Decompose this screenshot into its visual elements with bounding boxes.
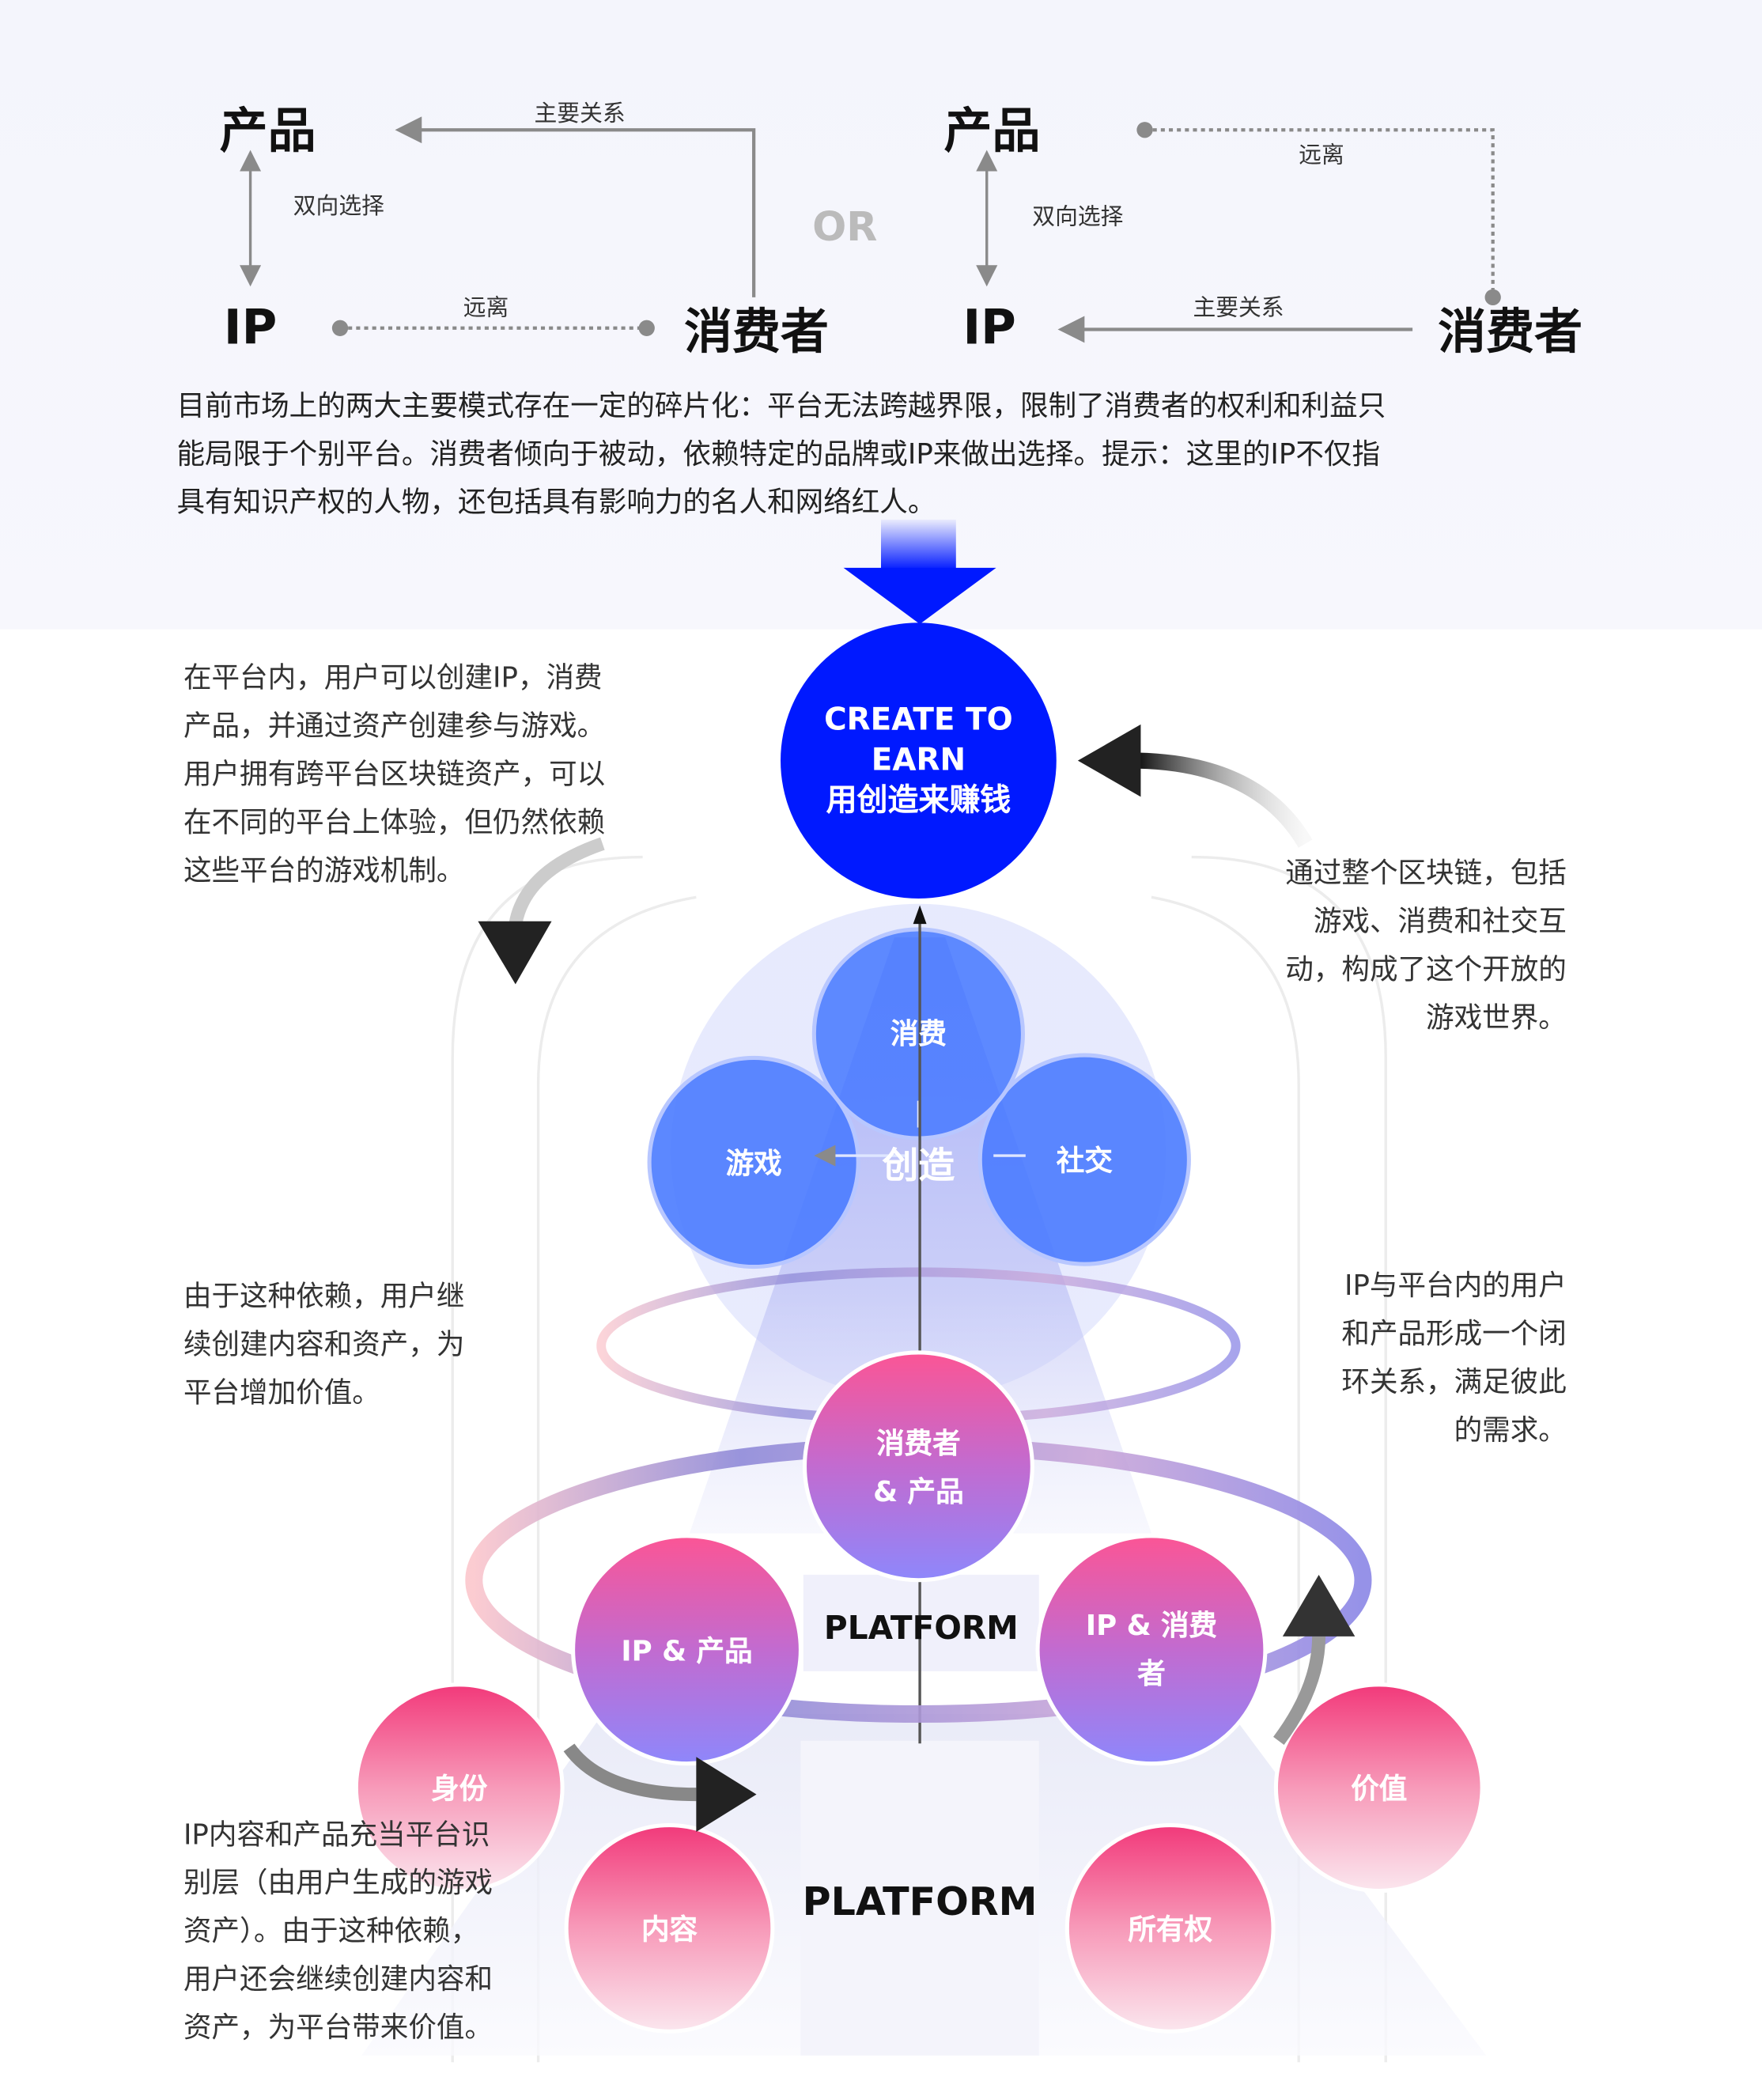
right-product-label: 产品 [943,104,1041,160]
down-arrow [843,519,996,624]
right-distant-label: 远离 [1299,142,1344,170]
note-mid-left: 由于这种依赖，用户继 续创建内容和资产，为 平台增加价值。 [183,1272,465,1417]
identity-label: 身份 [431,1773,488,1806]
ecosystem-diagram: 产品 IP 消费者 主要关系 双向选择 远离 OR 产品 IP 消费者 主要关系… [0,0,1762,2100]
note-line: 动，构成了这个开放的 [1285,953,1567,986]
label-line: 者 [1137,1657,1166,1690]
curved-arrow-to-hub [1077,724,1313,848]
platform-label-base: PLATFORM [802,1879,1038,1924]
right-bidirectional-label: 双向选择 [1032,204,1124,232]
note-line: 用户拥有跨平台区块链资产，可以 [183,758,606,790]
left-ip-label: IP [223,301,278,356]
note-top-left: 在平台内，用户可以创建IP，消费 产品，并通过资产创建参与游戏。 用户拥有跨平台… [183,653,605,895]
note-line: IP内容和产品充当平台识 [183,1818,490,1851]
game-label: 游戏 [725,1147,782,1180]
label-line: & 产品 [873,1475,964,1508]
note-line: 游戏、消费和社交互 [1313,905,1567,938]
ip-product-label: IP & 产品 [621,1635,753,1667]
left-consumer-label: 消费者 [684,305,829,361]
hub-label: CREATE TO EARN 用创造来赚钱 [824,700,1013,820]
note-line: 别层（由用户生成的游戏 [183,1867,493,1899]
consumer-product-label: 消费者 & 产品 [873,1420,963,1516]
note-line: 和产品形成一个闭 [1341,1317,1567,1350]
note-line: 这些平台的游戏机制。 [183,854,465,887]
social-label: 社交 [1056,1145,1113,1178]
left-distant-dotted-line [331,320,655,336]
platform-label-upper: PLATFORM [823,1609,1019,1648]
content-label: 内容 [641,1913,698,1946]
description-paragraph: 目前市场上的两大主要模式存在一定的碎片化：平台无法跨越界限，限制了消费者的权利和… [176,382,1386,527]
ip-consumer-label: IP & 消费 者 [1086,1602,1217,1698]
ownership-label: 所有权 [1128,1913,1213,1946]
description-line: 能局限于个别平台。消费者倾向于被动，依赖特定的品牌或IP来做出选择。提示：这里的… [176,437,1381,471]
hub-line: CREATE TO [824,702,1013,738]
left-distant-label: 远离 [463,295,509,323]
left-main-relation-arrow [395,116,756,297]
note-line: 用户还会继续创建内容和 [183,1962,493,1996]
note-line: 续创建内容和资产，为 [183,1328,465,1361]
note-line: 游戏世界。 [1426,1001,1567,1034]
note-line: 环关系，满足彼此 [1341,1365,1567,1398]
note-line: 平台增加价值。 [183,1376,380,1409]
hub-line: 用创造来赚钱 [826,783,1011,819]
or-label: OR [812,204,878,252]
note-line: 在平台内，用户可以创建IP，消费 [183,661,603,694]
note-line: 资产）。由于这种依赖， [183,1914,479,1947]
right-main-relation-label: 主要关系 [1193,295,1284,323]
note-bottom-left: IP内容和产品充当平台识 别层（由用户生成的游戏 资产）。由于这种依赖， 用户还… [183,1811,493,2052]
left-product-label: 产品 [219,104,316,160]
left-main-relation-label: 主要关系 [534,100,626,128]
note-line: 资产，为平台带来价值。 [183,2011,493,2044]
value-label: 价值 [1351,1773,1408,1806]
label-line: 消费者 [876,1427,961,1460]
create-label: 创造 [882,1145,955,1187]
right-consumer-label: 消费者 [1438,305,1583,361]
left-bidirectional-label: 双向选择 [293,193,384,221]
right-ip-label: IP [962,301,1016,356]
note-line: 的需求。 [1454,1413,1567,1447]
note-mid-right: IP与平台内的用户 和产品形成一个闭 环关系，满足彼此 的需求。 [1341,1262,1566,1455]
note-line: 由于这种依赖，用户继 [183,1280,465,1313]
description-line: 具有知识产权的人物，还包括具有影响力的名人和网络红人。 [176,486,936,519]
note-line: 产品，并通过资产创建参与游戏。 [183,709,606,742]
note-line: 通过整个区块链，包括 [1285,857,1567,890]
hub-line: EARN [871,743,966,778]
label-line: IP & 消费 [1085,1609,1218,1642]
description-line: 目前市场上的两大主要模式存在一定的碎片化：平台无法跨越界限，限制了消费者的权利和… [176,389,1386,422]
note-top-right: 通过整个区块链，包括 游戏、消费和社交互 动，构成了这个开放的 游戏世界。 [1285,849,1567,1042]
note-line: 在不同的平台上体验，但仍然依赖 [183,806,606,838]
consume-label: 消费 [890,1017,947,1050]
note-line: IP与平台内的用户 [1344,1269,1567,1302]
